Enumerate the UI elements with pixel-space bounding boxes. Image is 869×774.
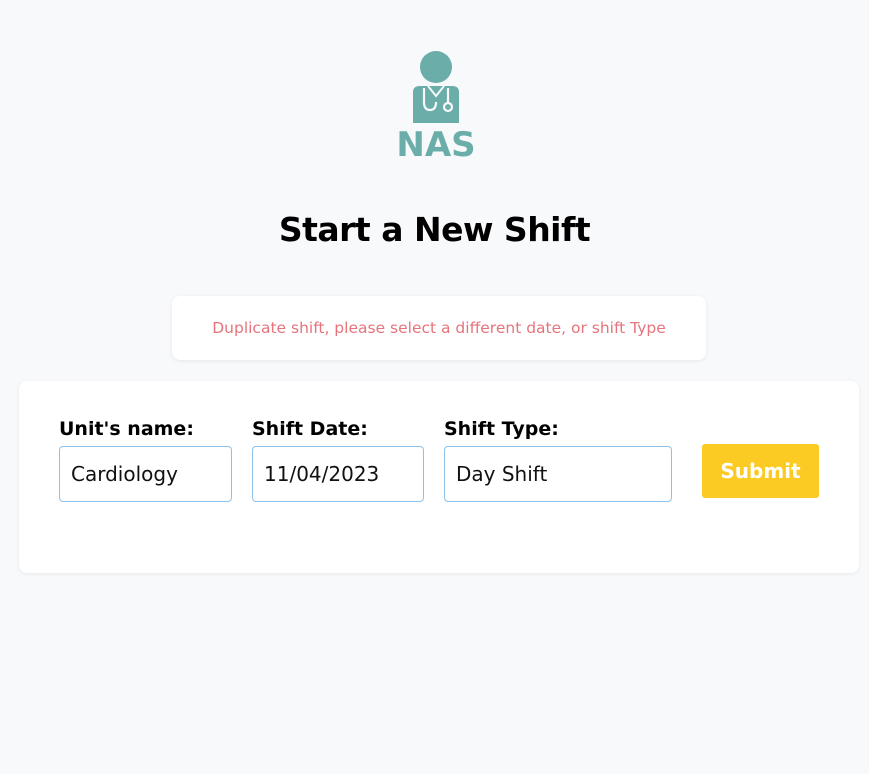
nas-logo: NAS	[393, 48, 481, 160]
logo-text: NAS	[396, 125, 475, 160]
page-title: Start a New Shift	[278, 210, 591, 249]
alert-message: Duplicate shift, please select a differe…	[212, 319, 666, 337]
shift-date-label: Shift Date:	[252, 418, 368, 440]
shift-type-label: Shift Type:	[444, 418, 559, 440]
shift-date-input[interactable]	[252, 446, 424, 502]
new-shift-form: Unit's name: Shift Date: Shift Type: Sub…	[19, 381, 859, 573]
shift-type-field-group: Shift Type:	[444, 415, 672, 502]
shift-date-field-group: Shift Date:	[252, 415, 424, 502]
submit-button[interactable]: Submit	[702, 444, 819, 498]
page: NAS Start a New Shift Duplicate shift, p…	[0, 0, 869, 774]
nurse-icon: NAS	[396, 51, 476, 160]
duplicate-shift-alert: Duplicate shift, please select a differe…	[172, 296, 706, 360]
unit-name-field-group: Unit's name:	[59, 415, 232, 502]
unit-name-label: Unit's name:	[59, 418, 194, 440]
unit-name-input[interactable]	[59, 446, 232, 502]
shift-type-input[interactable]	[444, 446, 672, 502]
